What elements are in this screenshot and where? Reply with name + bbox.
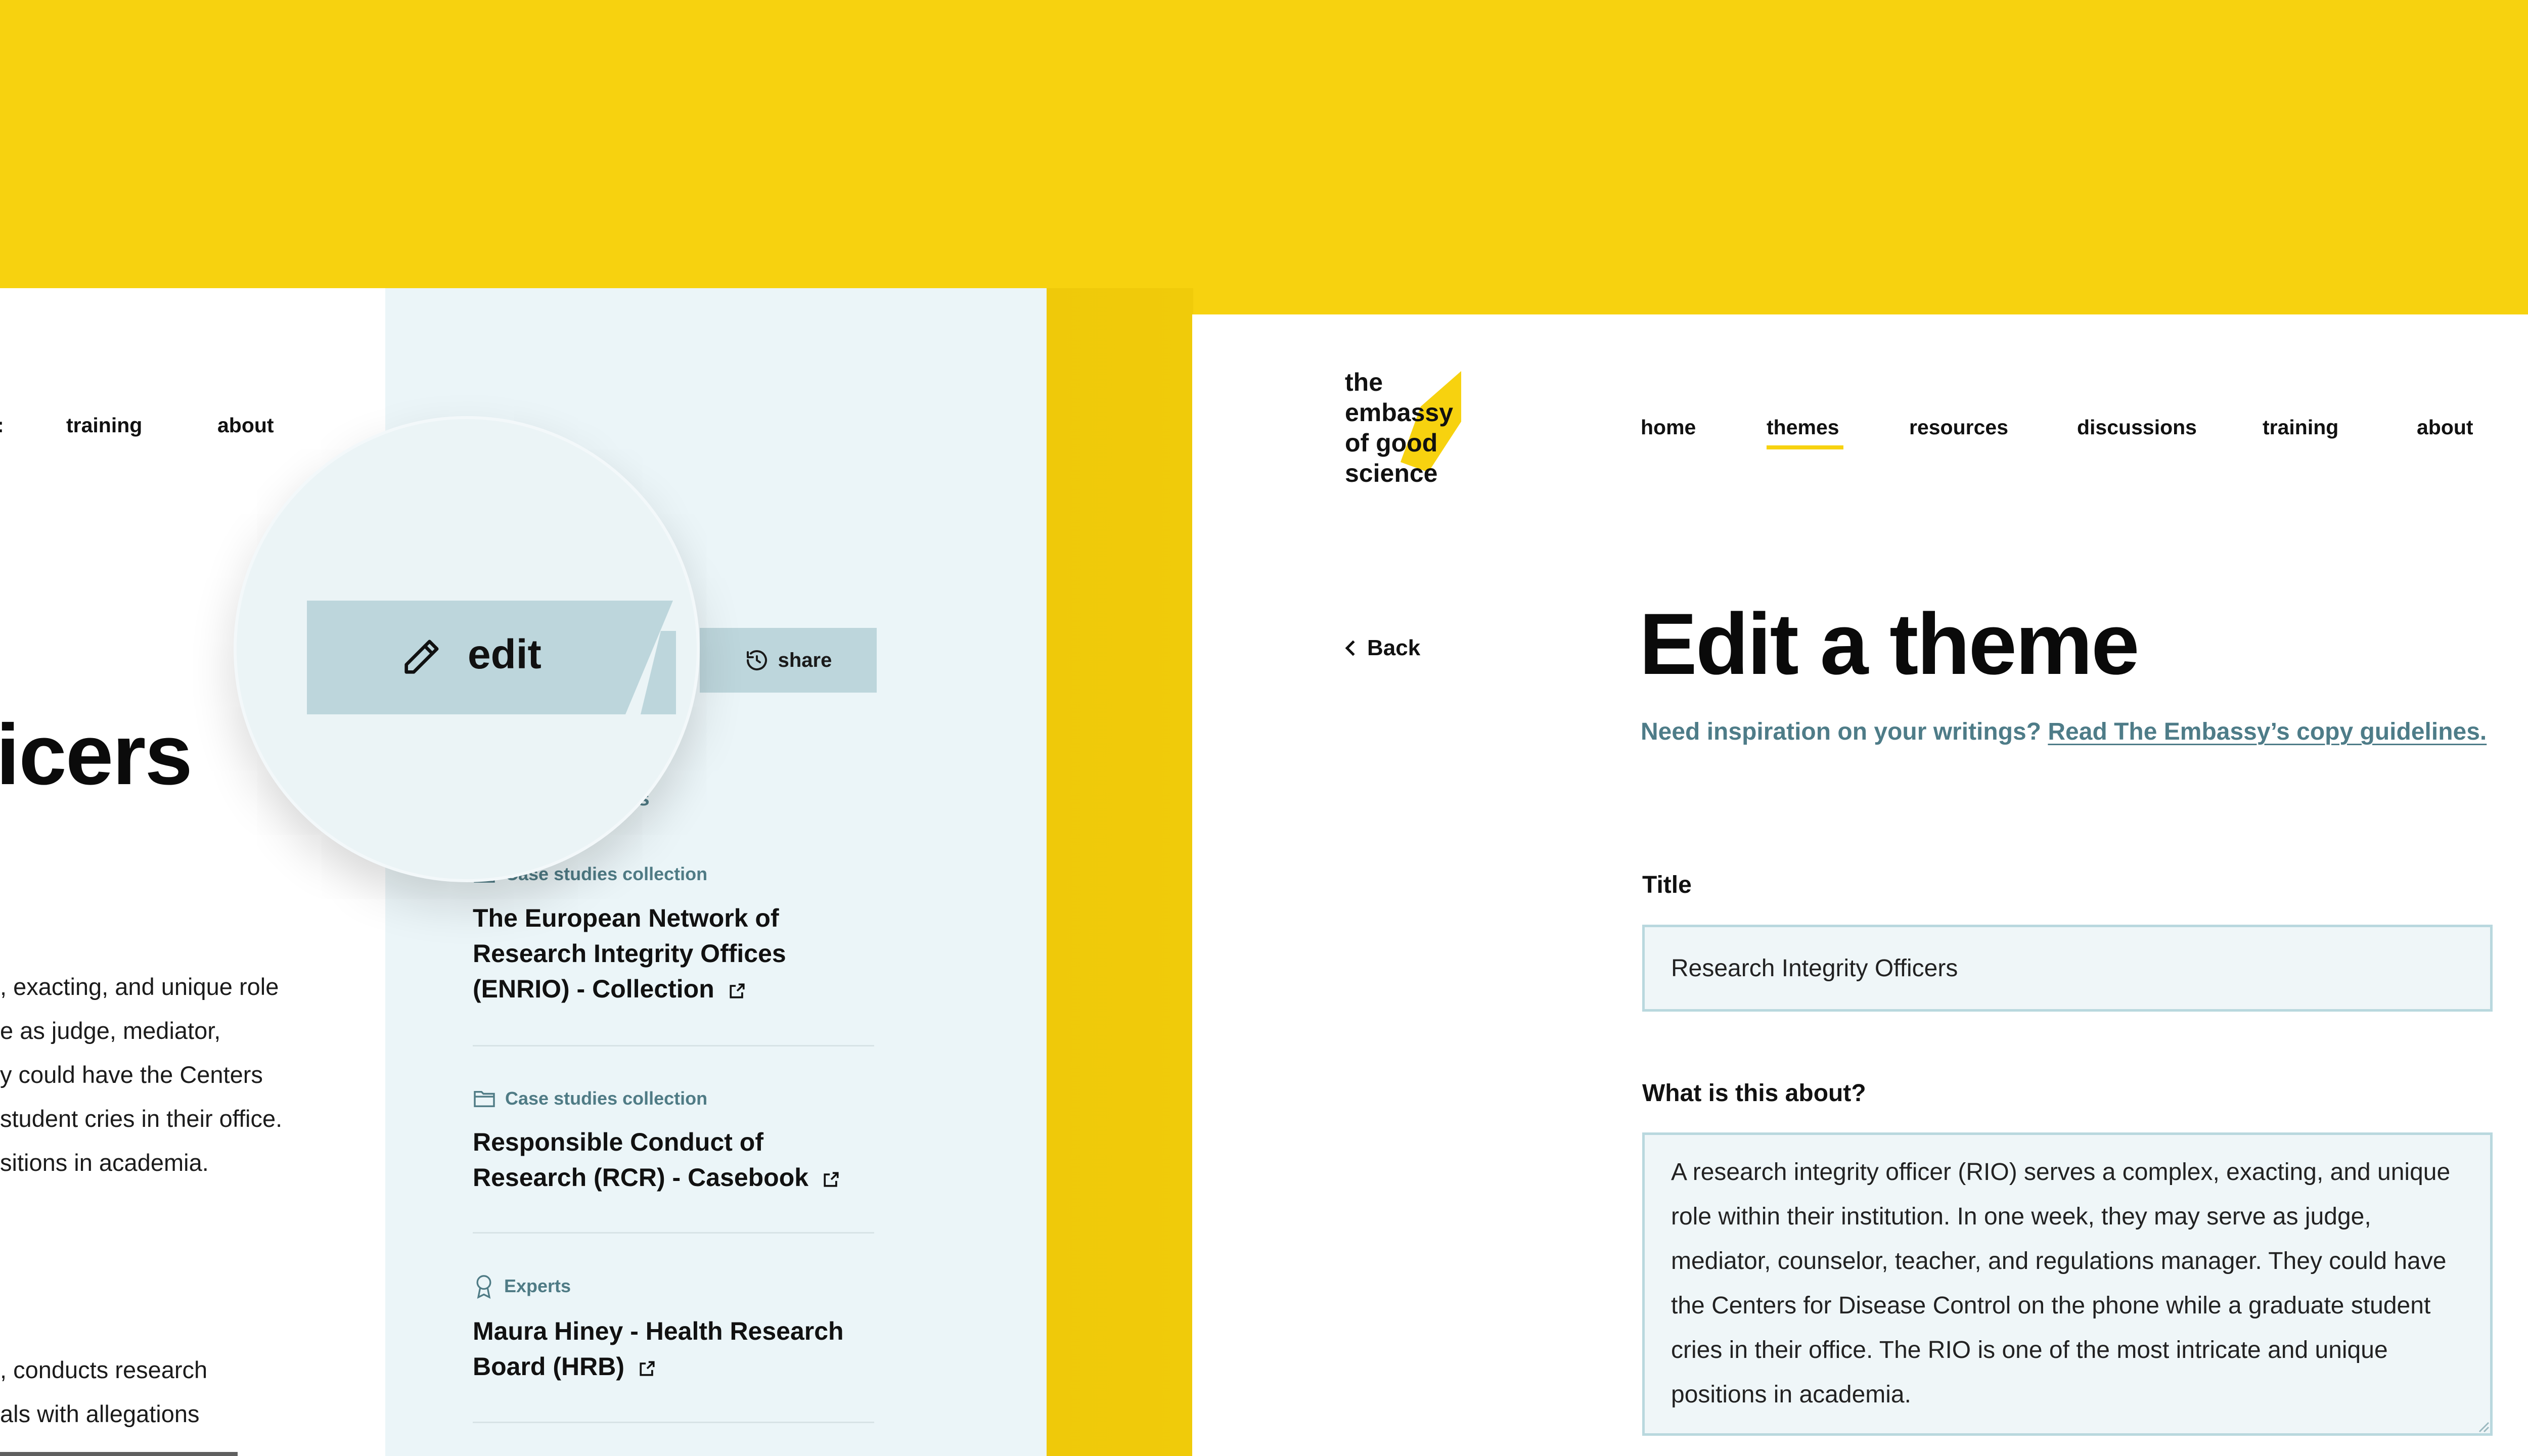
sidebar-item-rcr[interactable]: Responsible Conduct of Research (RCR) - … [473, 1124, 857, 1195]
nav-item-about[interactable]: about [2417, 416, 2473, 439]
about-textarea[interactable]: A research integrity officer (RIO) serve… [1642, 1132, 2493, 1436]
hint-text: Need inspiration on your writings? [1641, 718, 2042, 745]
divider [473, 1232, 874, 1234]
copy-guidelines-link[interactable]: Read The Embassy’s copy guidelines. [2048, 718, 2487, 745]
divider [473, 1422, 874, 1423]
sidebar-item-enrio[interactable]: The European Network of Research Integri… [473, 900, 857, 1007]
nav-item-home[interactable]: home [1641, 416, 1696, 439]
site-logo[interactable]: the embassy of good science [1345, 367, 1461, 488]
nav-item-about[interactable]: about [217, 414, 274, 437]
nav-item-discussions[interactable]: discussions [2077, 416, 2197, 439]
logo-line: of good [1345, 429, 1438, 457]
item-meta-label: Experts [504, 1276, 571, 1296]
chevron-left-icon [1345, 640, 1355, 656]
share-button[interactable]: share [700, 628, 877, 693]
title-input[interactable] [1642, 925, 2493, 1012]
sidebar-item-hrb[interactable]: Maura Hiney - Health Research Board (HRB… [473, 1313, 857, 1384]
logo-line: science [1345, 459, 1438, 487]
description-line: y could have the Centers [0, 1061, 263, 1088]
history-icon [746, 650, 767, 671]
edit-label: edit [468, 631, 541, 677]
description-line: als with allegations [0, 1400, 200, 1427]
description-line: , exacting, and unique role [0, 973, 279, 1000]
copy-guidelines-hint: Need inspiration on your writings? Read … [1641, 718, 2487, 746]
expert-badge-icon [476, 1275, 491, 1299]
back-label: Back [1367, 635, 1421, 660]
logo-line: the [1345, 368, 1383, 396]
page-title: Edit a theme [1639, 596, 2140, 693]
logo-line: embassy [1345, 398, 1454, 427]
active-nav-indicator [1767, 445, 1843, 449]
item-meta-label: Case studies collection [505, 1088, 708, 1109]
nav-item-training[interactable]: training [66, 414, 142, 437]
folder-icon [474, 1090, 495, 1107]
description-line: sitions in academia. [0, 1149, 209, 1176]
edit-button[interactable]: edit [307, 601, 676, 714]
external-link-icon [730, 983, 745, 998]
item-title: Responsible Conduct of Research (RCR) - … [473, 1128, 809, 1192]
divider [473, 1045, 874, 1046]
about-label: What is this about? [1642, 1080, 1866, 1107]
nav-item-training[interactable]: training [2263, 416, 2338, 439]
cut-off-line [0, 1446, 243, 1456]
page-divider-band [1047, 288, 1193, 1456]
theme-heading-fragment: icers [0, 707, 193, 803]
external-link-icon [824, 1172, 839, 1187]
magnifier-lens: edit [234, 416, 700, 882]
item-meta: Experts [473, 1273, 571, 1299]
pencil-icon [404, 640, 439, 674]
external-link-icon [640, 1361, 655, 1376]
resize-handle-icon[interactable] [2476, 1420, 2490, 1433]
nav-item-resources[interactable]: resources [1909, 416, 2008, 439]
item-title: Maura Hiney - Health Research Board (HRB… [473, 1317, 844, 1381]
description-line: e as judge, mediator, [0, 1017, 221, 1044]
description-line: , conducts research [0, 1356, 208, 1383]
description-line: student cries in their office. [0, 1105, 283, 1132]
title-label: Title [1642, 872, 1692, 898]
back-link[interactable]: Back [1345, 635, 1420, 661]
nav-item-themes[interactable]: themes [1767, 416, 1839, 439]
item-meta: Case studies collection [473, 1088, 707, 1109]
share-label: share [778, 649, 832, 671]
nav-item-partial[interactable]: : [0, 414, 4, 437]
